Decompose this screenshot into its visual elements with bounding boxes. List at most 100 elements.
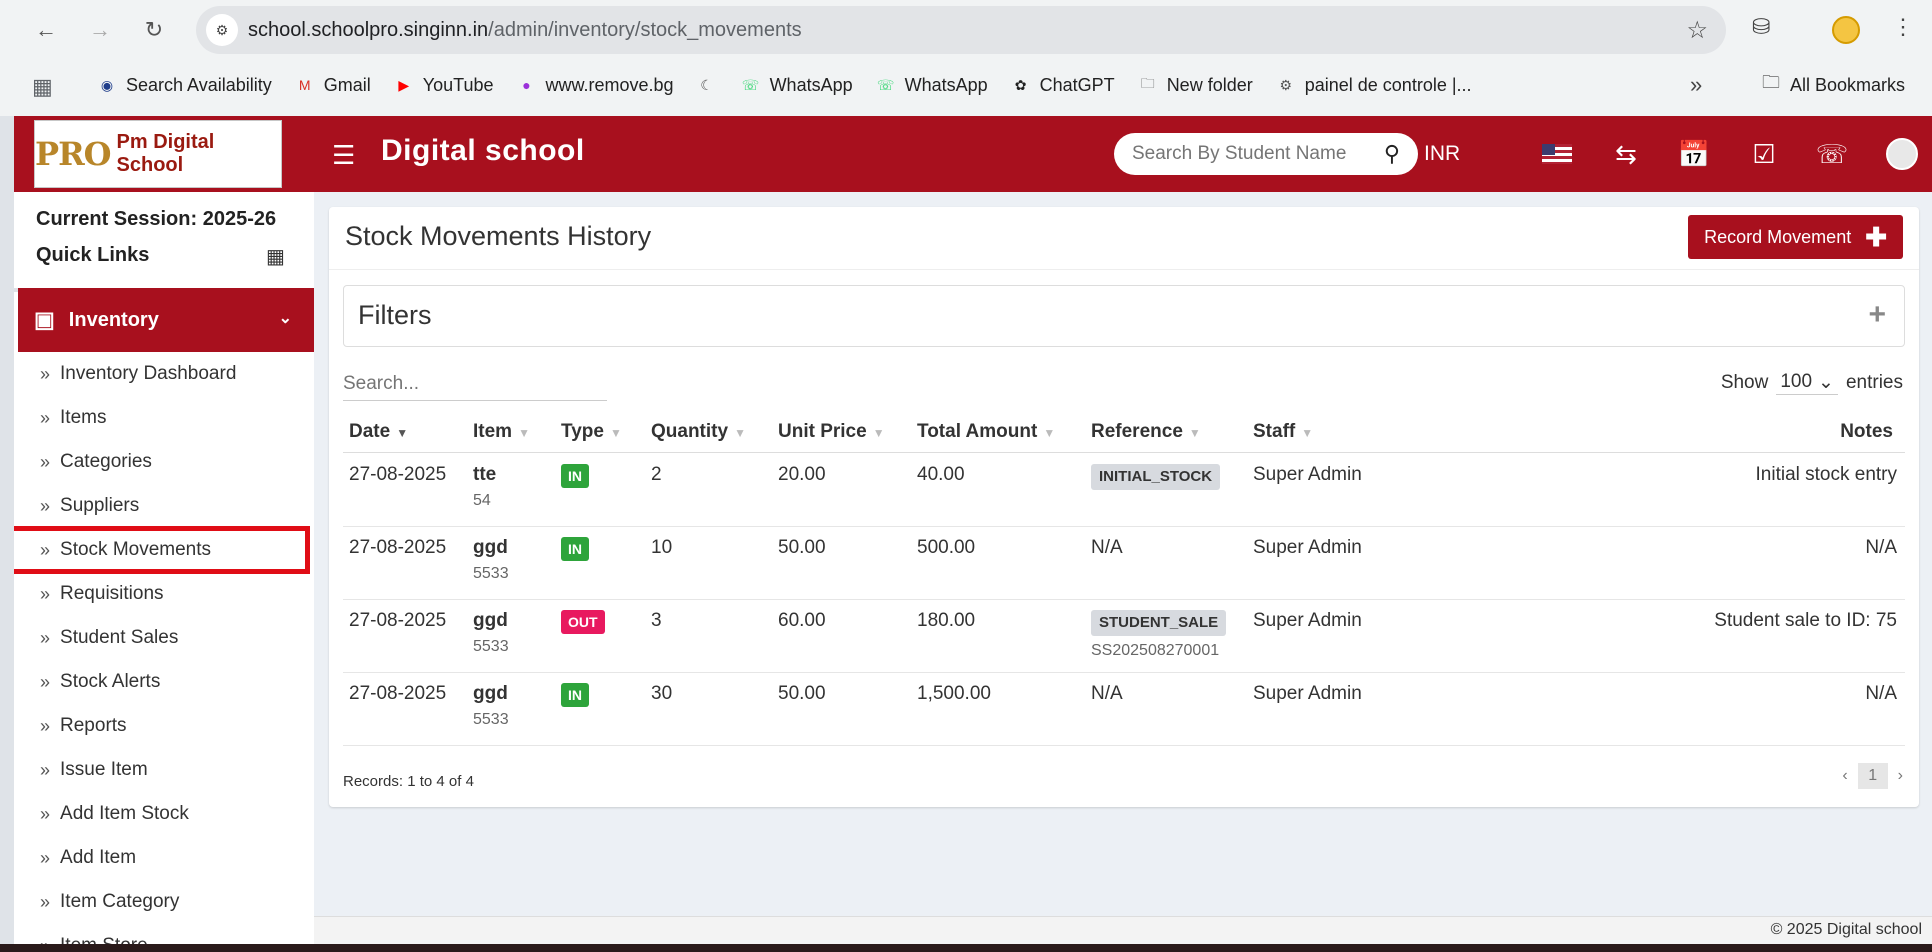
quick-links-grid-icon[interactable]: ▦ <box>266 244 285 269</box>
bookmark-item[interactable]: ◉ Search Availability <box>96 74 272 96</box>
bookmark-item[interactable]: ☏ WhatsApp <box>875 74 988 96</box>
column-header[interactable]: Staff ▼ <box>1253 421 1313 443</box>
calendar-icon[interactable]: 📅 <box>1678 138 1710 170</box>
hamburger-menu-icon[interactable]: ☰ <box>332 140 355 171</box>
sort-icon[interactable]: ▼ <box>518 426 530 440</box>
sort-icon[interactable]: ▼ <box>396 426 408 440</box>
filters-panel[interactable]: Filters + <box>343 285 1905 347</box>
whatsapp-icon[interactable]: ☏ <box>1816 138 1849 170</box>
taskbar-edge <box>0 944 1932 952</box>
column-header[interactable]: Item ▼ <box>473 421 530 443</box>
sidebar-item-student-sales[interactable]: » Student Sales <box>14 616 314 660</box>
address-bar[interactable]: ⚙ school.schoolpro.singinn.in/admin/inve… <box>196 6 1726 54</box>
cell-total-amount: 40.00 <box>917 464 965 486</box>
column-header[interactable]: Quantity ▼ <box>651 421 746 443</box>
app-title: Digital school <box>381 134 585 167</box>
table-header: Date ▼ Item ▼ Type ▼ Quantity ▼ Unit Price ▼ Total… <box>343 413 1905 453</box>
sidebar-item-item-store[interactable]: » Item Store <box>14 924 314 944</box>
sidebar-item-label: Stock Movements <box>60 539 212 560</box>
sidebar-item-label: Inventory Dashboard <box>60 363 237 384</box>
reference-tag: STUDENT_SALE <box>1091 610 1227 636</box>
sidebar-item-label: Categories <box>60 451 152 472</box>
table-search-input[interactable] <box>343 367 607 401</box>
notes-value: Student sale to ID: 75 <box>1714 610 1897 631</box>
student-search-input[interactable] <box>1132 133 1362 175</box>
site-settings-icon[interactable]: ⚙ <box>206 14 238 46</box>
column-header[interactable]: Unit Price ▼ <box>778 421 885 443</box>
stock-movements-card: Stock Movements History Record Movement … <box>329 207 1919 807</box>
sort-icon[interactable]: ▼ <box>873 426 885 440</box>
sort-icon[interactable]: ▼ <box>1301 426 1313 440</box>
next-page-icon[interactable]: › <box>1898 767 1903 785</box>
page-number[interactable]: 1 <box>1857 763 1888 789</box>
apps-grid-icon[interactable]: ▦ <box>32 74 53 100</box>
switch-arrows-icon[interactable]: ⇆ <box>1610 138 1642 170</box>
sidebar-item-items[interactable]: » Items <box>14 396 314 440</box>
sort-icon[interactable]: ▼ <box>1043 426 1055 440</box>
cell-staff: Super Admin <box>1253 683 1362 705</box>
reload-icon[interactable]: ↻ <box>138 14 170 46</box>
back-arrow-icon[interactable]: ← <box>30 14 62 46</box>
table-row[interactable]: 27-08-2025 ggd 5533 IN 10 50.00 500.00 N/A Super… <box>343 527 1905 600</box>
currency-selector[interactable]: INR <box>1424 142 1460 166</box>
show-label: Show <box>1720 372 1769 393</box>
extensions-icon[interactable]: ⛁ <box>1752 14 1770 40</box>
bookmark-star-icon[interactable]: ☆ <box>1686 16 1708 45</box>
sidebar-item-stock-movements[interactable]: » Stock Movements <box>14 526 310 574</box>
sidebar-item-label: Items <box>60 407 107 428</box>
sidebar-item-add-item[interactable]: » Add Item <box>14 836 314 880</box>
entries-select[interactable]: 100 ⌄ <box>1776 371 1838 395</box>
column-header[interactable]: Date ▼ <box>349 421 408 443</box>
table-row[interactable]: 27-08-2025 ggd 5533 OUT 3 60.00 180.00 STUDENT_… <box>343 600 1905 673</box>
bookmarks-bar: ◉ Search Availability M Gmail ▶ YouTube ● www.r… <box>96 66 1494 104</box>
table-row[interactable]: 27-08-2025 tte 54 IN 2 20.00 40.00 INITIAL_STOC… <box>343 454 1905 527</box>
sort-icon[interactable]: ▼ <box>610 426 622 440</box>
sidebar-item-add-item-stock[interactable]: » Add Item Stock <box>14 792 314 836</box>
search-icon[interactable]: ⚲ <box>1384 141 1400 167</box>
prev-page-icon[interactable]: ‹ <box>1842 767 1847 785</box>
cell-type: IN <box>561 537 589 561</box>
more-bookmarks-icon[interactable]: » <box>1690 72 1702 98</box>
bookmark-item[interactable]: ☾ <box>696 74 718 96</box>
sidebar-item-requisitions[interactable]: » Requisitions <box>14 572 314 616</box>
bookmark-item[interactable]: ⚙ painel de controle |... <box>1275 74 1471 96</box>
cell-total-amount: 1,500.00 <box>917 683 991 705</box>
us-flag-icon[interactable] <box>1542 144 1572 164</box>
bookmark-item[interactable]: 🗀 New folder <box>1137 74 1253 96</box>
column-header[interactable]: Type ▼ <box>561 421 622 443</box>
sidebar-item-issue-item[interactable]: » Issue Item <box>14 748 314 792</box>
quick-links-label[interactable]: Quick Links <box>36 244 149 267</box>
forward-arrow-icon[interactable]: → <box>84 14 116 46</box>
url-text[interactable]: school.schoolpro.singinn.in/admin/invent… <box>248 6 802 54</box>
menu-dots-icon[interactable]: ⋮ <box>1892 14 1914 40</box>
task-check-icon[interactable]: ☑ <box>1748 138 1780 170</box>
bookmark-item[interactable]: ☏ WhatsApp <box>740 74 853 96</box>
bookmark-item[interactable]: ● www.remove.bg <box>516 74 673 96</box>
sidebar-item-inventory-dashboard[interactable]: » Inventory Dashboard <box>14 352 314 396</box>
column-header[interactable]: Reference ▼ <box>1091 421 1201 443</box>
profile-icon[interactable] <box>1832 16 1860 44</box>
bookmark-item[interactable]: ▶ YouTube <box>393 74 493 96</box>
sidebar-item-categories[interactable]: » Categories <box>14 440 314 484</box>
cell-date: 27-08-2025 <box>349 683 446 705</box>
sidebar-item-stock-alerts[interactable]: » Stock Alerts <box>14 660 314 704</box>
sidebar-item-reports[interactable]: » Reports <box>14 704 314 748</box>
table-row[interactable]: 27-08-2025 ggd 5533 IN 30 50.00 1,500.00 N/A Sup… <box>343 673 1905 746</box>
sort-icon[interactable]: ▼ <box>734 426 746 440</box>
user-avatar[interactable] <box>1886 138 1918 170</box>
column-header[interactable]: Notes <box>1840 421 1893 443</box>
sidebar-section-inventory[interactable]: ▣ Inventory ⌄ <box>18 288 314 352</box>
item-name: ggd <box>473 610 508 631</box>
bookmark-item[interactable]: M Gmail <box>294 74 371 96</box>
sort-icon[interactable]: ▼ <box>1189 426 1201 440</box>
item-code: 5533 <box>473 565 509 582</box>
school-logo[interactable]: PRO Pm Digital School <box>34 120 282 188</box>
cell-quantity: 30 <box>651 683 672 705</box>
bookmark-item[interactable]: ✿ ChatGPT <box>1010 74 1115 96</box>
record-movement-button[interactable]: Record Movement ✚ <box>1688 215 1903 259</box>
expand-plus-icon[interactable]: + <box>1868 298 1886 332</box>
all-bookmarks[interactable]: 🗀 All Bookmarks <box>1762 66 1905 104</box>
sidebar-item-item-category[interactable]: » Item Category <box>14 880 314 924</box>
column-header[interactable]: Total Amount ▼ <box>917 421 1055 443</box>
sidebar-item-suppliers[interactable]: » Suppliers <box>14 484 314 528</box>
